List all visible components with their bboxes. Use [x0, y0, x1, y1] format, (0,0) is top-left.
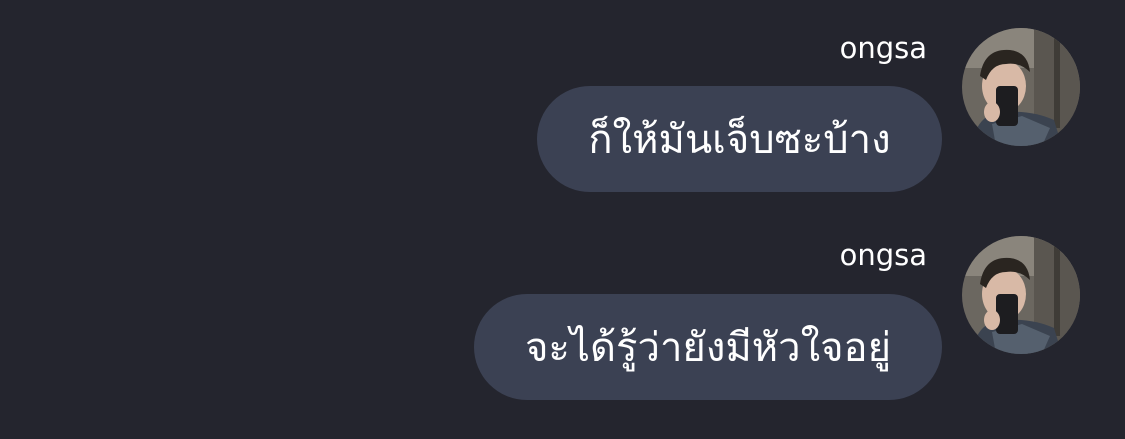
avatar[interactable] [962, 28, 1080, 146]
avatar-photo-icon [962, 236, 1080, 354]
avatar-photo-icon [962, 28, 1080, 146]
sender-name: ongsa [839, 238, 927, 272]
message-bubble[interactable]: ก็ให้มันเจ็บซะบ้าง [537, 86, 942, 192]
avatar[interactable] [962, 236, 1080, 354]
message-bubble[interactable]: จะได้รู้ว่ายังมีหัวใจอยู่ [474, 294, 942, 400]
sender-name: ongsa [839, 31, 927, 65]
